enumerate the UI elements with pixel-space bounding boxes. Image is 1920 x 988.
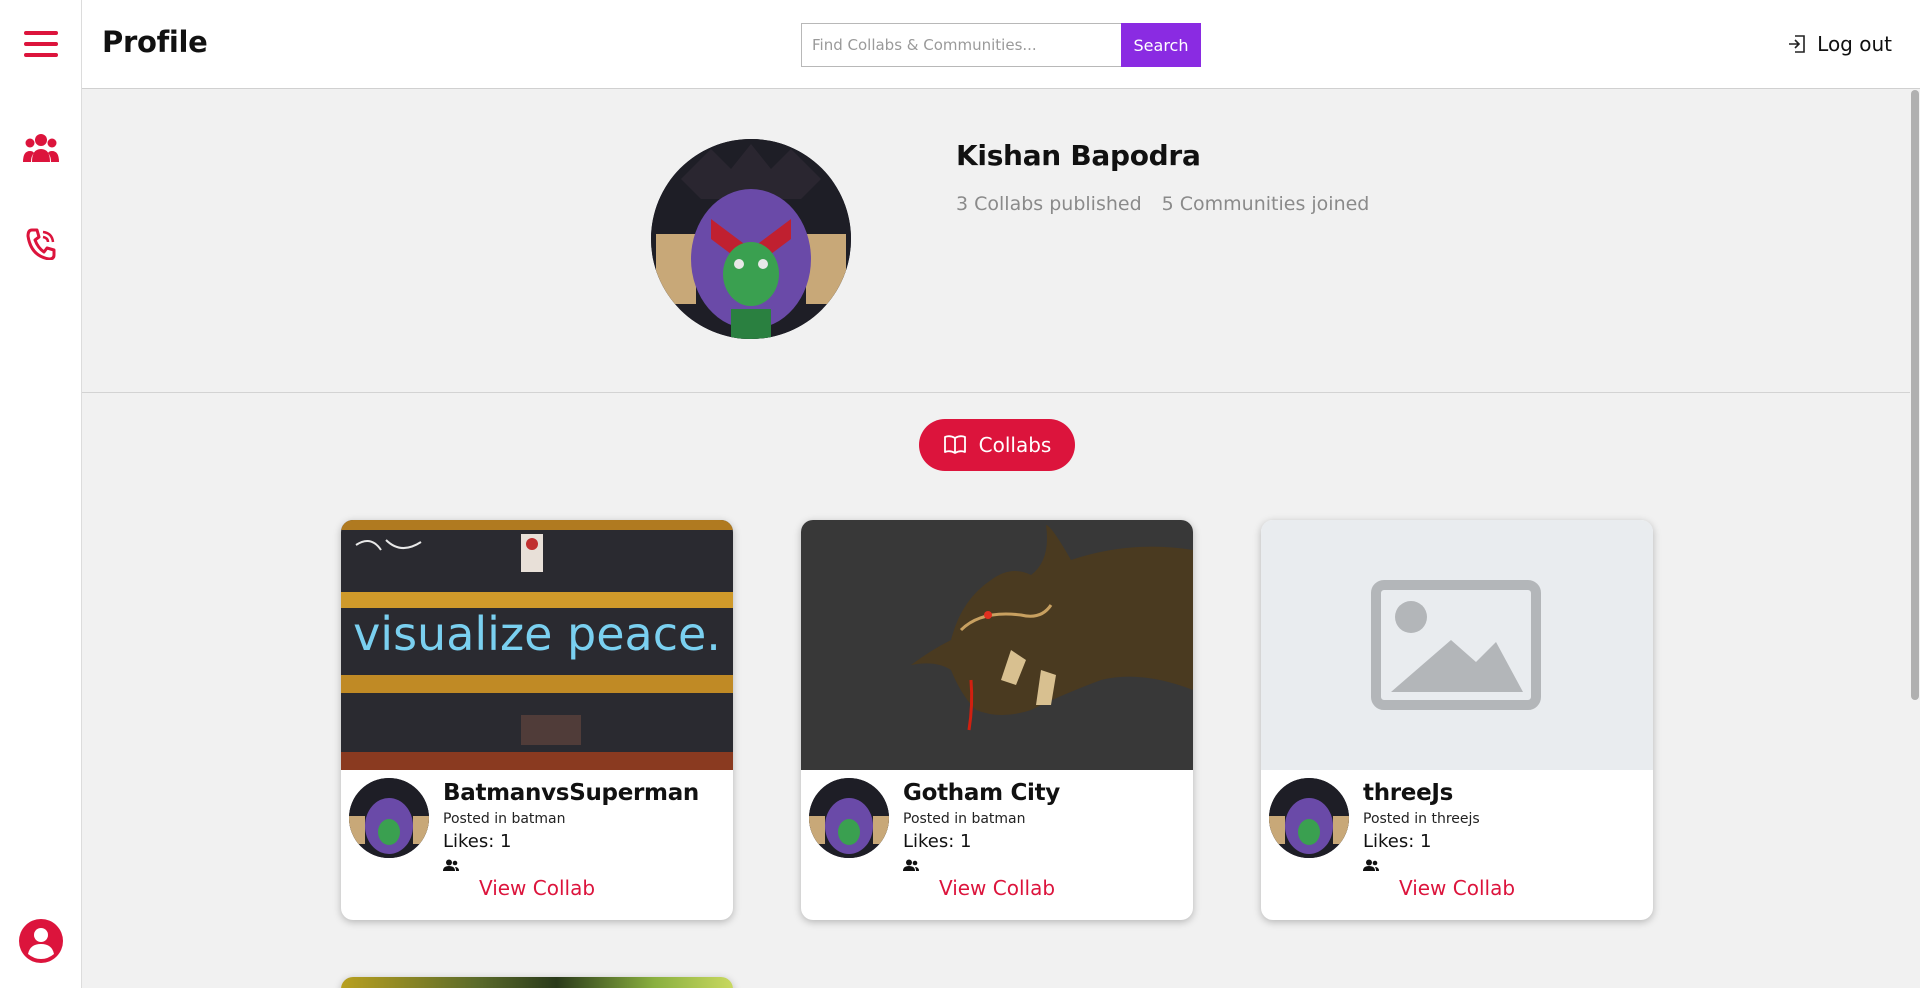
top-bar: Profile Search Log out: [82, 0, 1920, 89]
phone-icon[interactable]: [0, 224, 82, 264]
collab-community: Posted in batman: [903, 811, 1026, 827]
scrollbar-track[interactable]: [1910, 89, 1920, 988]
search-input[interactable]: [801, 23, 1121, 67]
members-icon: [1363, 857, 1379, 876]
collab-card: visualize peace. BatmanvsSuperman Posted…: [341, 520, 733, 920]
collab-likes: Likes: 1: [1363, 831, 1432, 852]
collab-title: threeJs: [1363, 780, 1454, 806]
logout-icon: [1789, 35, 1805, 53]
book-icon: [943, 435, 966, 454]
view-collab-link[interactable]: View Collab: [801, 876, 1193, 900]
profile-avatar: [651, 139, 851, 339]
tab-collabs[interactable]: Collabs: [919, 419, 1075, 471]
collab-title: Gotham City: [903, 780, 1060, 806]
collab-likes: Likes: 1: [903, 831, 972, 852]
members-icon: [903, 857, 919, 876]
main-content: Kishan Bapodra 3 Collabs published 5 Com…: [82, 89, 1920, 988]
search-button[interactable]: Search: [1121, 23, 1201, 67]
scrollbar-thumb[interactable]: [1911, 90, 1919, 700]
author-avatar: [1269, 778, 1349, 858]
view-collab-link[interactable]: View Collab: [341, 876, 733, 900]
collab-likes: Likes: 1: [443, 831, 512, 852]
graffiti-text: visualize peace.: [353, 607, 721, 661]
profile-header: Kishan Bapodra 3 Collabs published 5 Com…: [82, 89, 1910, 393]
members-icon: [443, 857, 459, 876]
collab-image-dragon: [801, 520, 1193, 770]
collab-community: Posted in batman: [443, 811, 566, 827]
hamburger-menu-icon[interactable]: [0, 24, 82, 64]
tab-collabs-label: Collabs: [978, 433, 1052, 457]
author-avatar: [809, 778, 889, 858]
view-collab-link[interactable]: View Collab: [1261, 876, 1653, 900]
image-placeholder-icon: [1261, 520, 1653, 770]
collab-image-graffiti: visualize peace.: [341, 520, 733, 770]
collabs-published-count: 3 Collabs published: [956, 193, 1142, 215]
profile-stats: 3 Collabs published 5 Communities joined: [956, 193, 1369, 215]
logout-button[interactable]: Log out: [1787, 32, 1892, 56]
collab-community: Posted in threejs: [1363, 811, 1480, 827]
users-icon[interactable]: [0, 128, 82, 168]
author-avatar: [349, 778, 429, 858]
account-circle-icon[interactable]: [0, 918, 82, 964]
collab-title: BatmanvsSuperman: [443, 780, 699, 806]
profile-name: Kishan Bapodra: [956, 139, 1201, 172]
collab-card-partial[interactable]: [341, 977, 733, 988]
page-title: Profile: [102, 25, 208, 59]
search-form: Search: [801, 23, 1201, 67]
communities-joined-count: 5 Communities joined: [1161, 193, 1370, 215]
collab-card: Gotham City Posted in batman Likes: 1 Vi…: [801, 520, 1193, 920]
sidebar: [0, 0, 82, 988]
logout-label: Log out: [1817, 32, 1892, 56]
collab-card: threeJs Posted in threejs Likes: 1 View …: [1261, 520, 1653, 920]
